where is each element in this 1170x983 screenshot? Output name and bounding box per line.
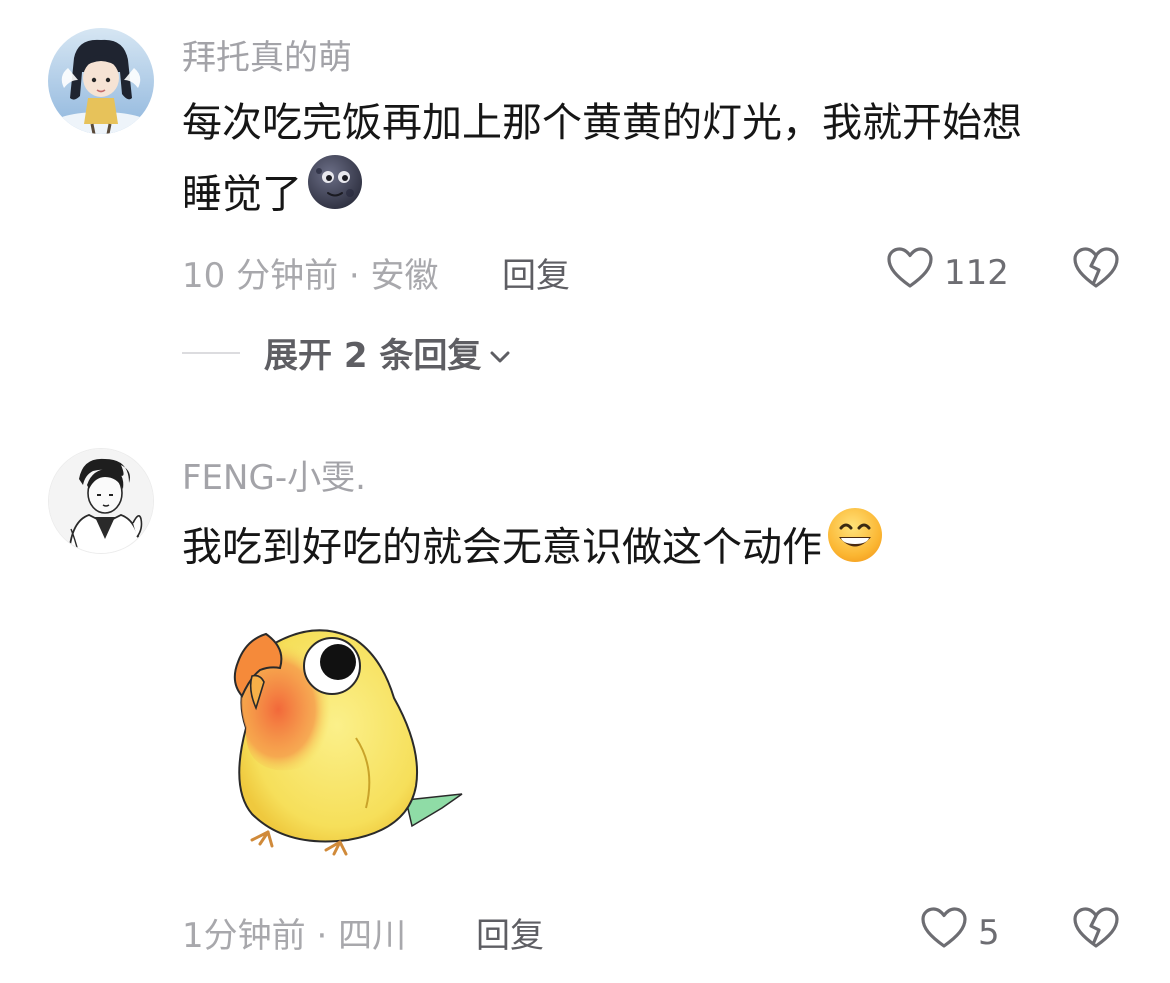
timestamp: 10 分钟前	[182, 256, 339, 296]
divider	[182, 351, 240, 354]
comment-meta: 10 分钟前 · 安徽	[182, 248, 439, 297]
reply-button[interactable]: 回复	[502, 248, 570, 297]
dislike-button[interactable]	[1072, 246, 1120, 294]
chevron-down-icon	[489, 333, 511, 373]
dislike-button[interactable]	[1072, 906, 1120, 954]
expand-replies: 展开 2 条回复	[182, 328, 511, 377]
like-button[interactable]: 5	[920, 906, 1000, 959]
location: 安徽	[370, 256, 439, 296]
comment-text-segment: 睡觉了	[182, 171, 302, 218]
meta-separator: ·	[316, 916, 328, 956]
comment-text-line: 睡觉了	[182, 155, 1022, 236]
heart-outline-icon	[920, 906, 968, 959]
like-button[interactable]: 112	[886, 246, 1009, 299]
comment-text-segment: 我吃到好吃的就会无意识做这个动作	[182, 524, 822, 571]
comment-text: 每次吃完饭再加上那个黄黄的灯光，我就开始想 睡觉了	[182, 89, 1022, 236]
avatar[interactable]	[48, 448, 154, 554]
meta-separator: ·	[348, 256, 360, 296]
like-count: 5	[978, 912, 1000, 953]
timestamp: 1分钟前	[182, 916, 306, 956]
broken-heart-icon	[1072, 907, 1120, 954]
username[interactable]: 拜托真的萌	[182, 30, 352, 79]
location: 四川	[338, 916, 407, 956]
grinning-face-icon	[826, 506, 884, 585]
username[interactable]: FENG-小雯.	[182, 450, 366, 499]
avatar[interactable]	[48, 28, 154, 134]
expand-replies-button[interactable]: 展开 2 条回复	[264, 328, 511, 377]
reply-button[interactable]: 回复	[476, 908, 544, 957]
comment-item: FENG-小雯. 我吃到好吃的就会无意识做这个动作 1分钟前 · 四川 回复 5	[0, 400, 1170, 983]
new-moon-face-icon	[306, 153, 364, 232]
comment-text-line: 每次吃完饭再加上那个黄黄的灯光，我就开始想	[182, 100, 1022, 146]
broken-heart-icon	[1072, 247, 1120, 294]
comment-item: 拜托真的萌 每次吃完饭再加上那个黄黄的灯光，我就开始想 睡觉了 10 分钟前 ·…	[0, 0, 1170, 400]
heart-outline-icon	[886, 246, 934, 299]
yellow-parrot-sticker[interactable]	[216, 618, 468, 866]
like-count: 112	[944, 252, 1009, 293]
expand-replies-label: 展开 2 条回复	[264, 336, 482, 376]
comment-text: 我吃到好吃的就会无意识做这个动作	[182, 508, 884, 589]
comment-meta: 1分钟前 · 四川	[182, 908, 406, 957]
